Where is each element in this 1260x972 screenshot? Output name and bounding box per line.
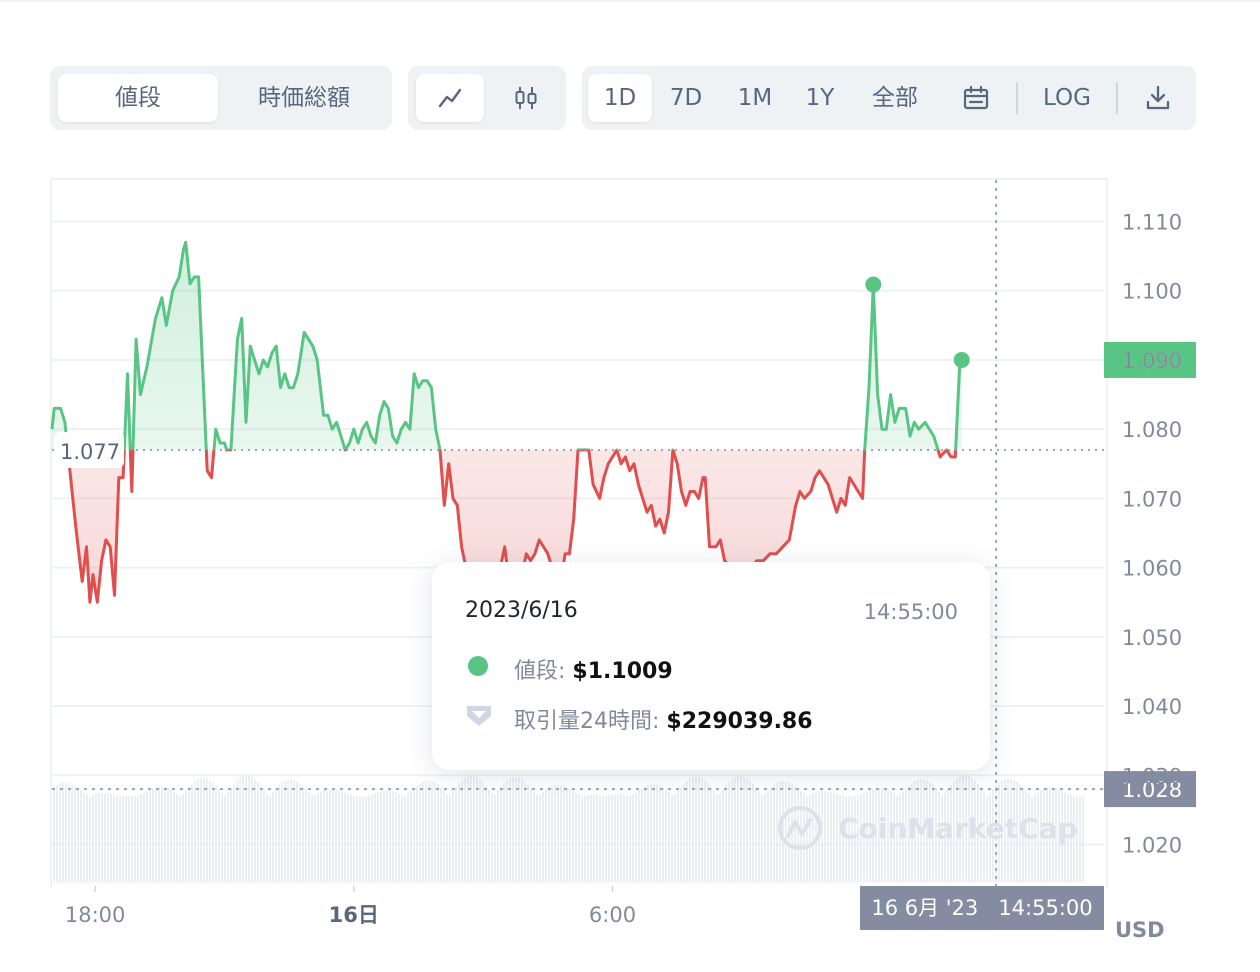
crosshair-date-badge: 16 6月 '23 14:55:00	[860, 886, 1104, 930]
x-tick-label: 6:00	[589, 903, 636, 927]
tooltip-price-value: $1.1009	[572, 659, 673, 684]
y-tick-label: 1.100	[1122, 280, 1182, 304]
y-tick-label: 1.040	[1122, 695, 1182, 719]
volume-shield-icon	[467, 706, 491, 726]
price-marker[interactable]	[865, 276, 882, 293]
y-tick-label: 1.060	[1122, 557, 1182, 581]
tooltip-volume-label: 取引量24時間:	[514, 709, 660, 734]
x-tick-label: 16日	[329, 903, 379, 927]
y-tick-label: 1.020	[1122, 833, 1182, 857]
currency-label: USD	[1115, 918, 1165, 942]
crosshair-time: 14:55:00	[998, 896, 1093, 920]
baseline-label: 1.077	[60, 440, 120, 464]
price-chart[interactable]: 1.0771.0281.090CoinMarketCap 1.1101.1001…	[0, 0, 1260, 972]
crosshair-date: 16 6月 '23	[871, 896, 979, 920]
tooltip-volume-row: 取引量24時間: $229039.86	[514, 703, 813, 735]
x-tick-label: 18:00	[65, 903, 126, 927]
y-tick-label: 1.050	[1122, 626, 1182, 650]
tooltip-time: 14:55:00	[863, 600, 958, 624]
y-tick-label: 1.110	[1122, 211, 1182, 235]
price-dot-icon	[468, 656, 488, 676]
tooltip-price-label: 値段:	[514, 659, 566, 684]
price-tooltip: 2023/6/16 14:55:00 値段: $1.1009 取引量24時間: …	[432, 562, 990, 770]
y-tick-label: 1.030	[1122, 764, 1182, 788]
y-tick-label: 1.080	[1122, 418, 1182, 442]
tooltip-date: 2023/6/16	[465, 598, 578, 623]
tooltip-price-row: 値段: $1.1009	[514, 653, 673, 685]
y-tick-label: 1.070	[1122, 487, 1182, 511]
tooltip-volume-value: $229039.86	[666, 709, 813, 734]
y-tick-label: 1.090	[1122, 349, 1182, 373]
watermark-text: CoinMarketCap	[838, 812, 1078, 845]
price-marker[interactable]	[953, 351, 970, 368]
